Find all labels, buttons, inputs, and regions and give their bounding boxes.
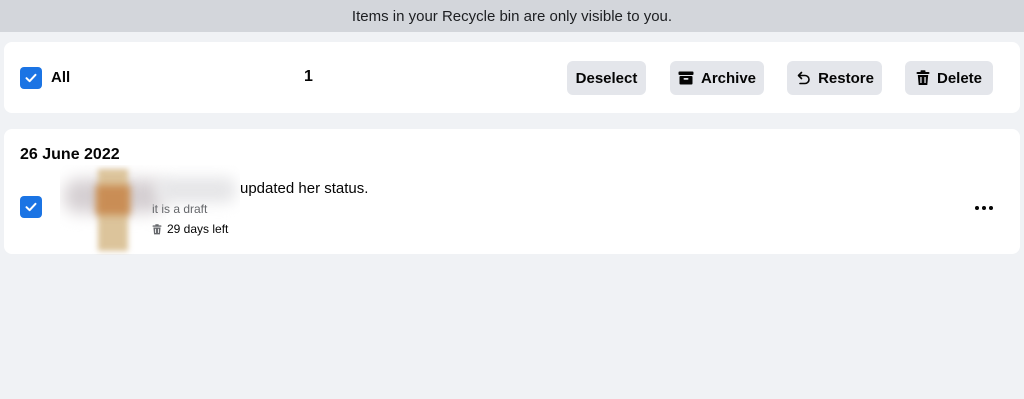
post-subtext: it is a draft bbox=[152, 202, 208, 216]
more-options-button[interactable] bbox=[970, 200, 998, 216]
checkmark-icon bbox=[25, 73, 37, 83]
recycle-bin-notice: Items in your Recycle bin are only visib… bbox=[0, 0, 1024, 32]
select-all-checkbox[interactable] bbox=[20, 67, 42, 89]
deselect-button[interactable]: Deselect bbox=[567, 61, 646, 95]
trash-icon bbox=[916, 70, 930, 85]
archive-button[interactable]: Archive bbox=[670, 61, 764, 95]
selection-toolbar: All 1 Deselect Archive Restore Delete bbox=[4, 42, 1020, 113]
item-checkbox[interactable] bbox=[20, 196, 42, 218]
undo-icon bbox=[797, 71, 810, 85]
delete-label: Delete bbox=[936, 69, 983, 87]
notice-text: Items in your Recycle bin are only visib… bbox=[351, 7, 673, 25]
delete-button[interactable]: Delete bbox=[905, 61, 993, 95]
blurred-avatar bbox=[60, 165, 240, 255]
select-all-label[interactable]: All bbox=[51, 69, 70, 86]
archive-icon bbox=[678, 71, 694, 85]
activity-text: updated her status. bbox=[240, 180, 369, 197]
archive-label: Archive bbox=[700, 69, 757, 87]
dot-icon bbox=[982, 206, 986, 210]
recycle-bin-list: 26 June 2022 updated her status. it is a… bbox=[4, 129, 1020, 254]
days-left: 29 days left bbox=[152, 222, 228, 236]
trash-icon bbox=[152, 223, 162, 234]
restore-label: Restore bbox=[818, 69, 874, 87]
deselect-label: Deselect bbox=[575, 69, 638, 87]
dot-icon bbox=[989, 206, 993, 210]
dot-icon bbox=[975, 206, 979, 210]
days-left-text: 29 days left bbox=[167, 222, 229, 236]
selected-count: 1 bbox=[304, 68, 313, 85]
date-header: 26 June 2022 bbox=[20, 146, 120, 163]
checkmark-icon bbox=[25, 202, 37, 212]
restore-button[interactable]: Restore bbox=[787, 61, 882, 95]
